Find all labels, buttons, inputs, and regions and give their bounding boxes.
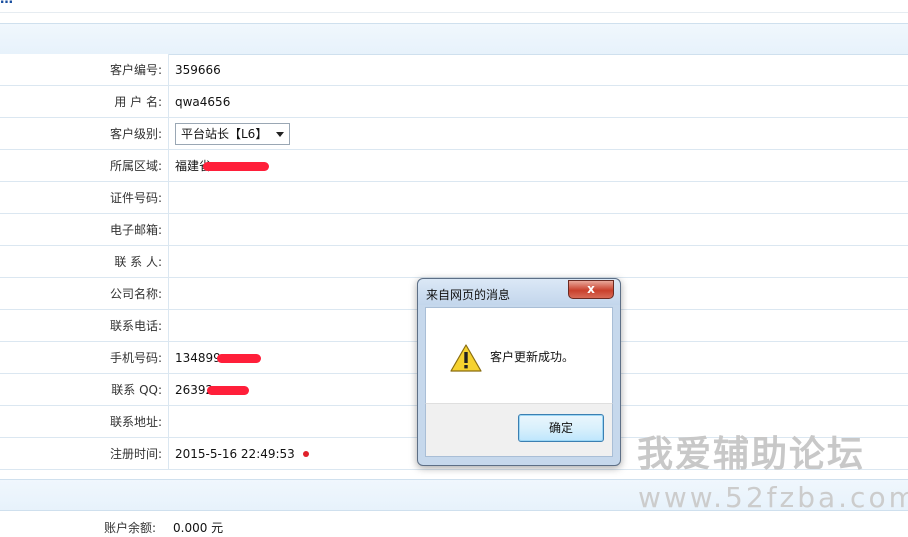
balance-row: 账户余额: 0.000 元: [0, 511, 908, 537]
mobile-label: 手机号码:: [0, 341, 169, 374]
customer-id-label: 客户编号:: [0, 54, 169, 86]
email-value: [168, 213, 908, 246]
redaction-mark: [207, 385, 250, 395]
top-header: …: [0, 0, 908, 13]
balance-label: 账户余额:: [103, 521, 156, 535]
breadcrumb: …: [0, 0, 13, 7]
reg-time-value: 2015-5-16 22:49:53: [175, 446, 295, 461]
form-row-id-number: 证件号码:: [0, 181, 908, 214]
section-header-band: [0, 23, 908, 55]
watermark-title: 我爱辅助论坛: [637, 434, 866, 475]
form-row-contact-person: 联 系 人:: [0, 245, 908, 278]
customer-level-select[interactable]: 平台站长【L6】: [175, 122, 291, 145]
dialog-message: 客户更新成功。: [490, 350, 575, 364]
company-label: 公司名称:: [0, 277, 169, 310]
mobile-value: 134899: [175, 350, 221, 365]
reg-time-label: 注册时间:: [0, 437, 169, 470]
dialog-titlebar[interactable]: 来自网页的消息 x: [418, 279, 620, 305]
region-cell: 福建省: [168, 149, 908, 182]
customer-level-selected: 平台站长【L6】: [181, 126, 268, 141]
dialog-body: 客户更新成功。: [425, 307, 613, 404]
customer-id-value: 359666: [168, 54, 908, 86]
dialog-footer: 确定: [425, 403, 613, 457]
id-number-value: [168, 181, 908, 214]
customer-level-cell: 平台站长【L6】: [168, 117, 908, 150]
close-icon: x: [587, 282, 595, 296]
close-button[interactable]: x: [568, 280, 614, 299]
chevron-down-icon: [276, 131, 285, 137]
address-label: 联系地址:: [0, 405, 169, 438]
redaction-mark: [203, 162, 270, 171]
dialog-title: 来自网页的消息: [426, 288, 511, 302]
watermark-url: www.52fzba.com: [638, 481, 908, 514]
balance-value: 0.000 元: [173, 521, 224, 535]
alert-dialog: 来自网页的消息 x 客户更新成功。 确定: [417, 278, 621, 466]
ok-button[interactable]: 确定: [518, 414, 604, 442]
required-dot-icon: [302, 451, 309, 457]
warning-icon: [450, 344, 482, 372]
form-row-customer-level: 客户级别: 平台站长【L6】: [0, 117, 908, 150]
redaction-mark: [216, 353, 261, 363]
form-row-region: 所属区域: 福建省: [0, 149, 908, 182]
region-label: 所属区域:: [0, 149, 169, 182]
qq-label: 联系 QQ:: [0, 373, 169, 406]
contact-person-label: 联 系 人:: [0, 245, 169, 278]
id-number-label: 证件号码:: [0, 181, 169, 214]
contact-phone-label: 联系电话:: [0, 309, 169, 342]
username-label: 用 户 名:: [0, 85, 169, 118]
customer-level-label: 客户级别:: [0, 117, 169, 150]
form-row-customer-id: 客户编号: 359666: [0, 54, 908, 86]
form-row-email: 电子邮箱:: [0, 213, 908, 246]
form-row-username: 用 户 名: qwa4656: [0, 85, 908, 118]
contact-person-value: [168, 245, 908, 278]
email-label: 电子邮箱:: [0, 213, 169, 246]
username-value: qwa4656: [168, 85, 908, 118]
